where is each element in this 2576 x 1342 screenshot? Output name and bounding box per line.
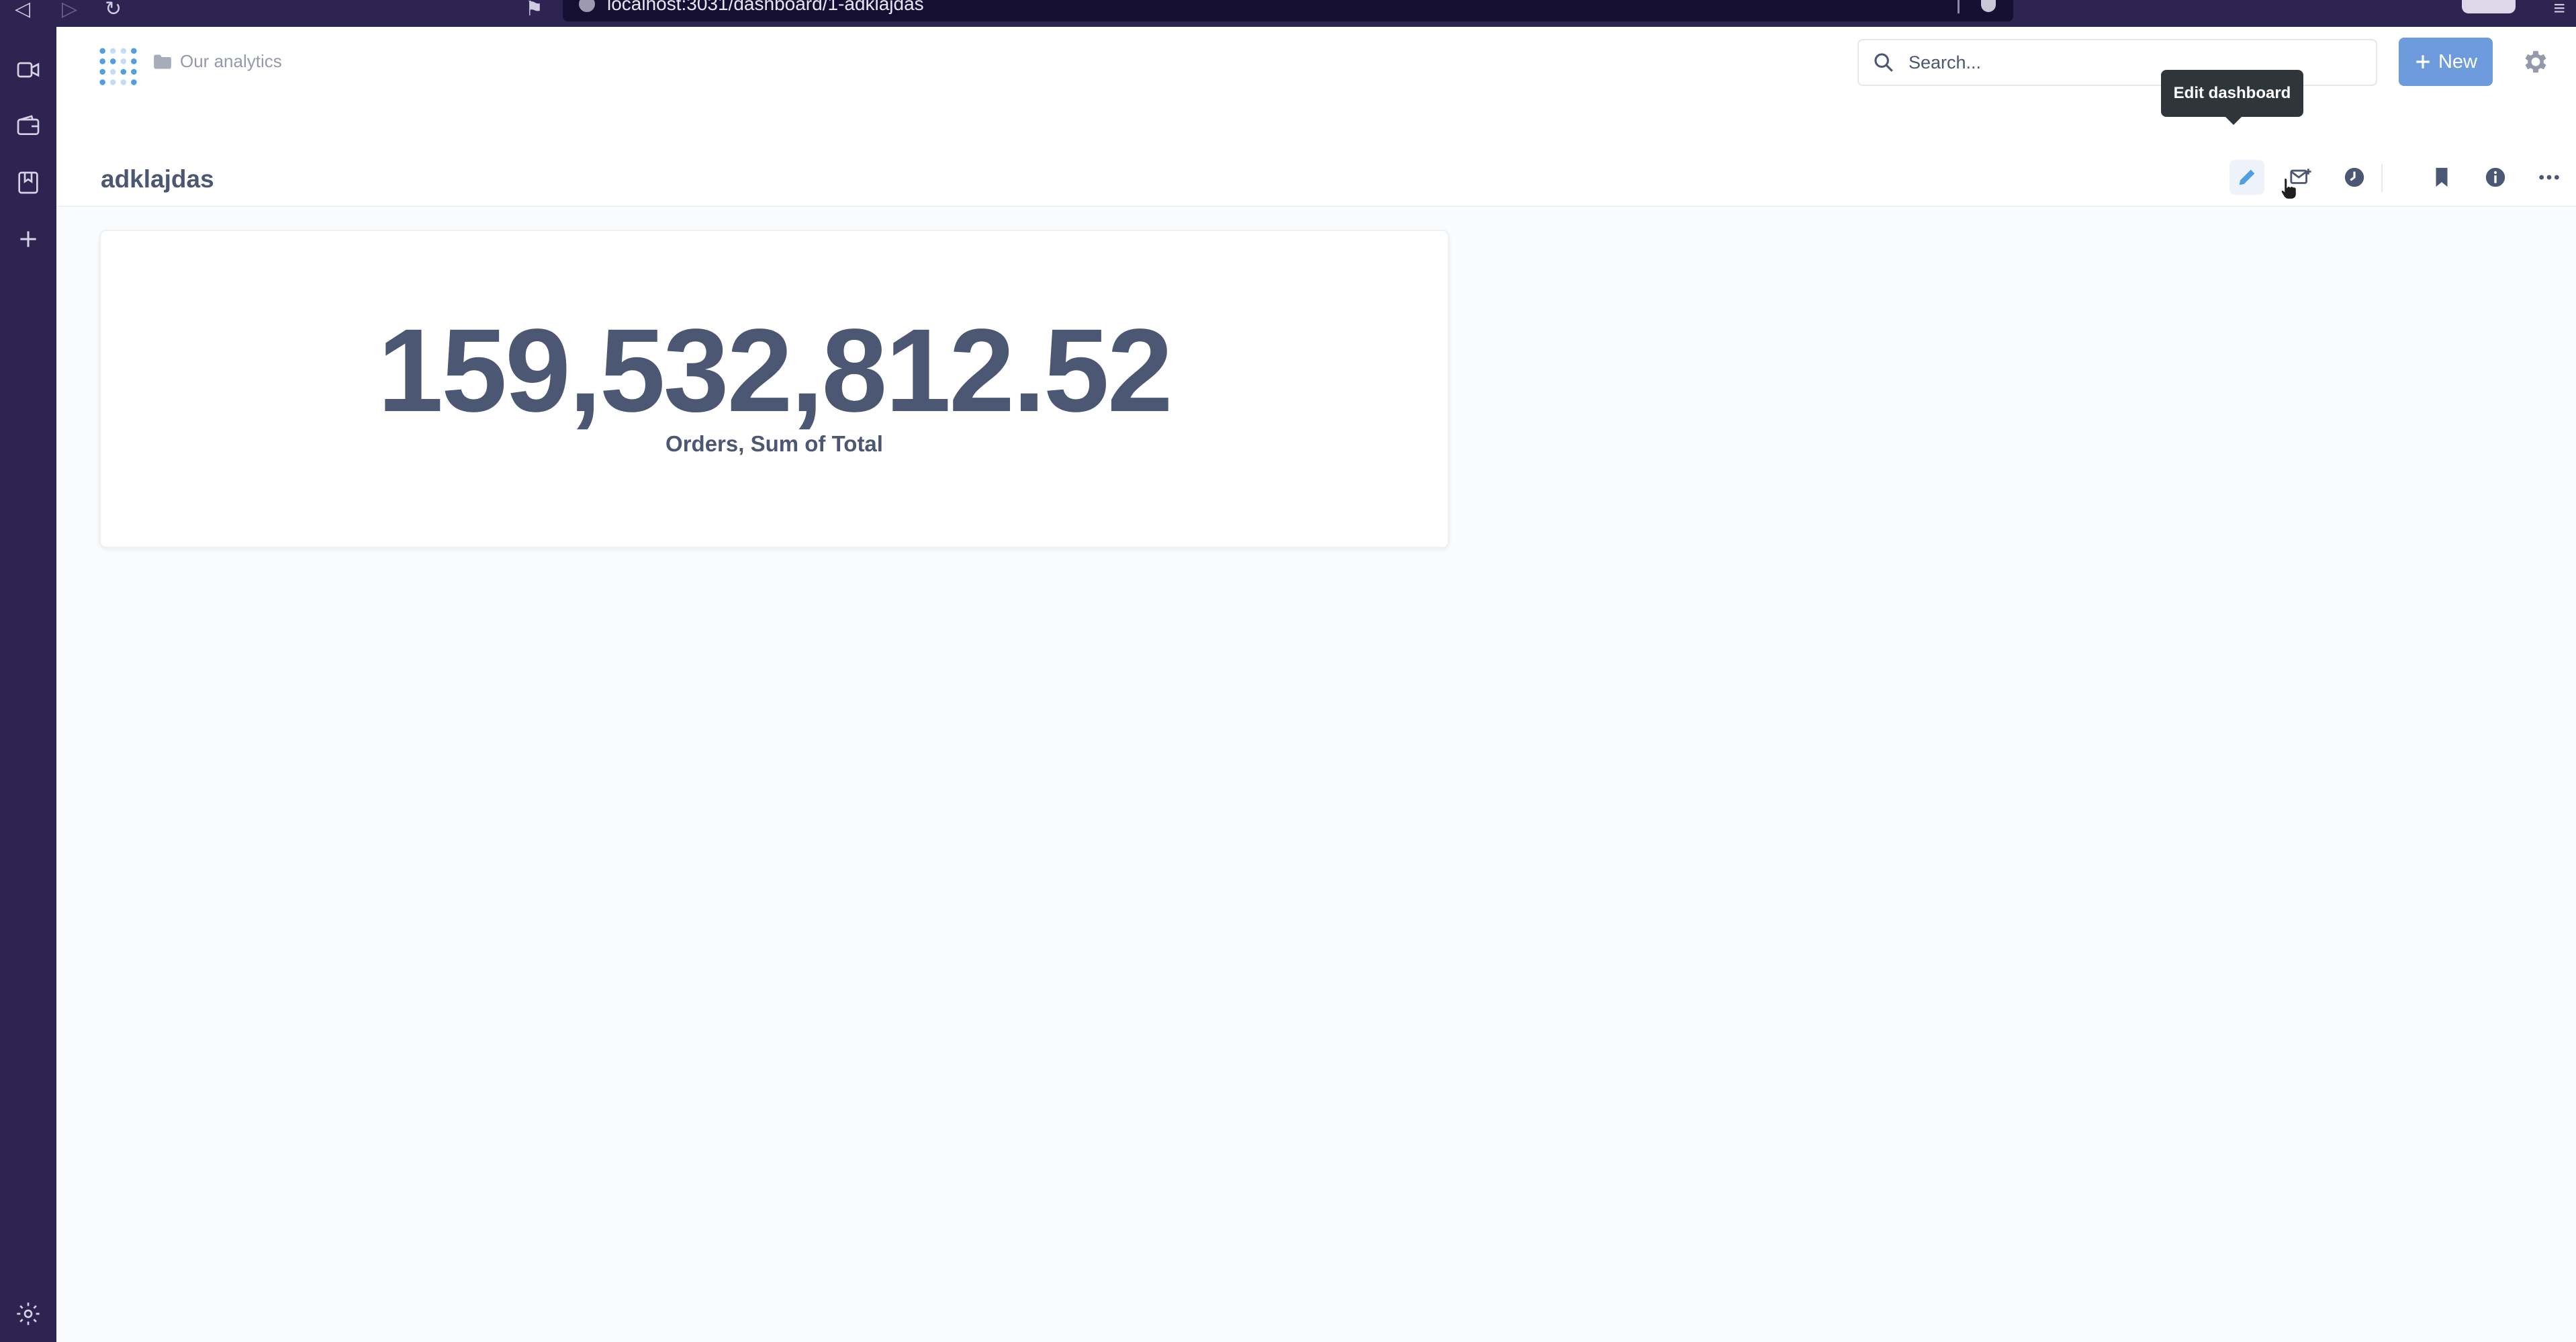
info-icon — [2485, 167, 2505, 187]
video-camera-icon[interactable] — [15, 56, 42, 83]
card-title[interactable]: Orders, Sum of Total — [101, 431, 1448, 457]
toolbar-divider — [2381, 164, 2383, 192]
reload-icon[interactable]: ↻ — [105, 0, 122, 21]
scalar-value: 159,532,812.52 — [377, 305, 1172, 437]
metabase-logo-icon[interactable] — [98, 46, 138, 93]
breadcrumb[interactable]: Our analytics — [153, 51, 282, 72]
address-bar-divider — [1958, 0, 1960, 13]
breadcrumb-collection[interactable]: Our analytics — [180, 51, 282, 72]
search-icon — [1874, 53, 1893, 72]
menu-icon[interactable]: ≡ — [2553, 0, 2565, 20]
dashboard-title[interactable]: adklajdas — [101, 165, 214, 193]
plus-icon — [2416, 55, 2430, 69]
forward-icon[interactable]: ▷ — [62, 0, 77, 21]
back-icon[interactable]: ◁ — [15, 0, 30, 21]
bookmark-button[interactable] — [2424, 160, 2459, 195]
bookmarks-icon[interactable] — [15, 169, 42, 196]
wallet-icon[interactable] — [15, 113, 42, 140]
address-bar[interactable]: localhost:3031/dashboard/1-adklajdas — [563, 0, 2013, 21]
revision-history-button[interactable] — [2337, 160, 2372, 195]
edit-dashboard-button[interactable] — [2229, 160, 2264, 195]
folder-icon — [154, 54, 171, 69]
pencil-icon — [2239, 169, 2255, 185]
dashboard-card[interactable]: 159,532,812.52 Orders, Sum of Total — [99, 230, 1449, 548]
site-info-icon[interactable] — [579, 0, 595, 12]
extensions-icon[interactable] — [2462, 0, 2516, 13]
hand-cursor-icon — [2281, 177, 2297, 200]
add-panel-icon[interactable] — [15, 226, 42, 253]
new-button-label: New — [2438, 50, 2477, 73]
ellipsis-icon — [2539, 175, 2559, 180]
app-header: Our analytics New adklajdas — [56, 27, 2576, 207]
dock-settings-icon[interactable] — [15, 1300, 42, 1327]
bookmark-page-icon[interactable]: ⚑ — [525, 0, 543, 21]
shield-icon[interactable] — [1981, 0, 1996, 12]
edit-dashboard-tooltip: Edit dashboard — [2161, 70, 2303, 125]
browser-side-dock — [0, 27, 56, 1342]
more-actions-button[interactable] — [2532, 160, 2567, 195]
clock-icon — [2344, 167, 2364, 187]
url-text: localhost:3031/dashboard/1-adklajdas — [607, 0, 924, 14]
info-button[interactable] — [2478, 160, 2513, 195]
new-button[interactable]: New — [2399, 38, 2493, 86]
bookmark-icon — [2436, 167, 2448, 187]
metabase-app: Our analytics New adklajdas — [56, 27, 2576, 1342]
gear-icon[interactable] — [2521, 47, 2550, 77]
browser-toolbar: ◁ ▷ ↻ ⚑ localhost:3031/dashboard/1-adkla… — [0, 0, 2576, 27]
